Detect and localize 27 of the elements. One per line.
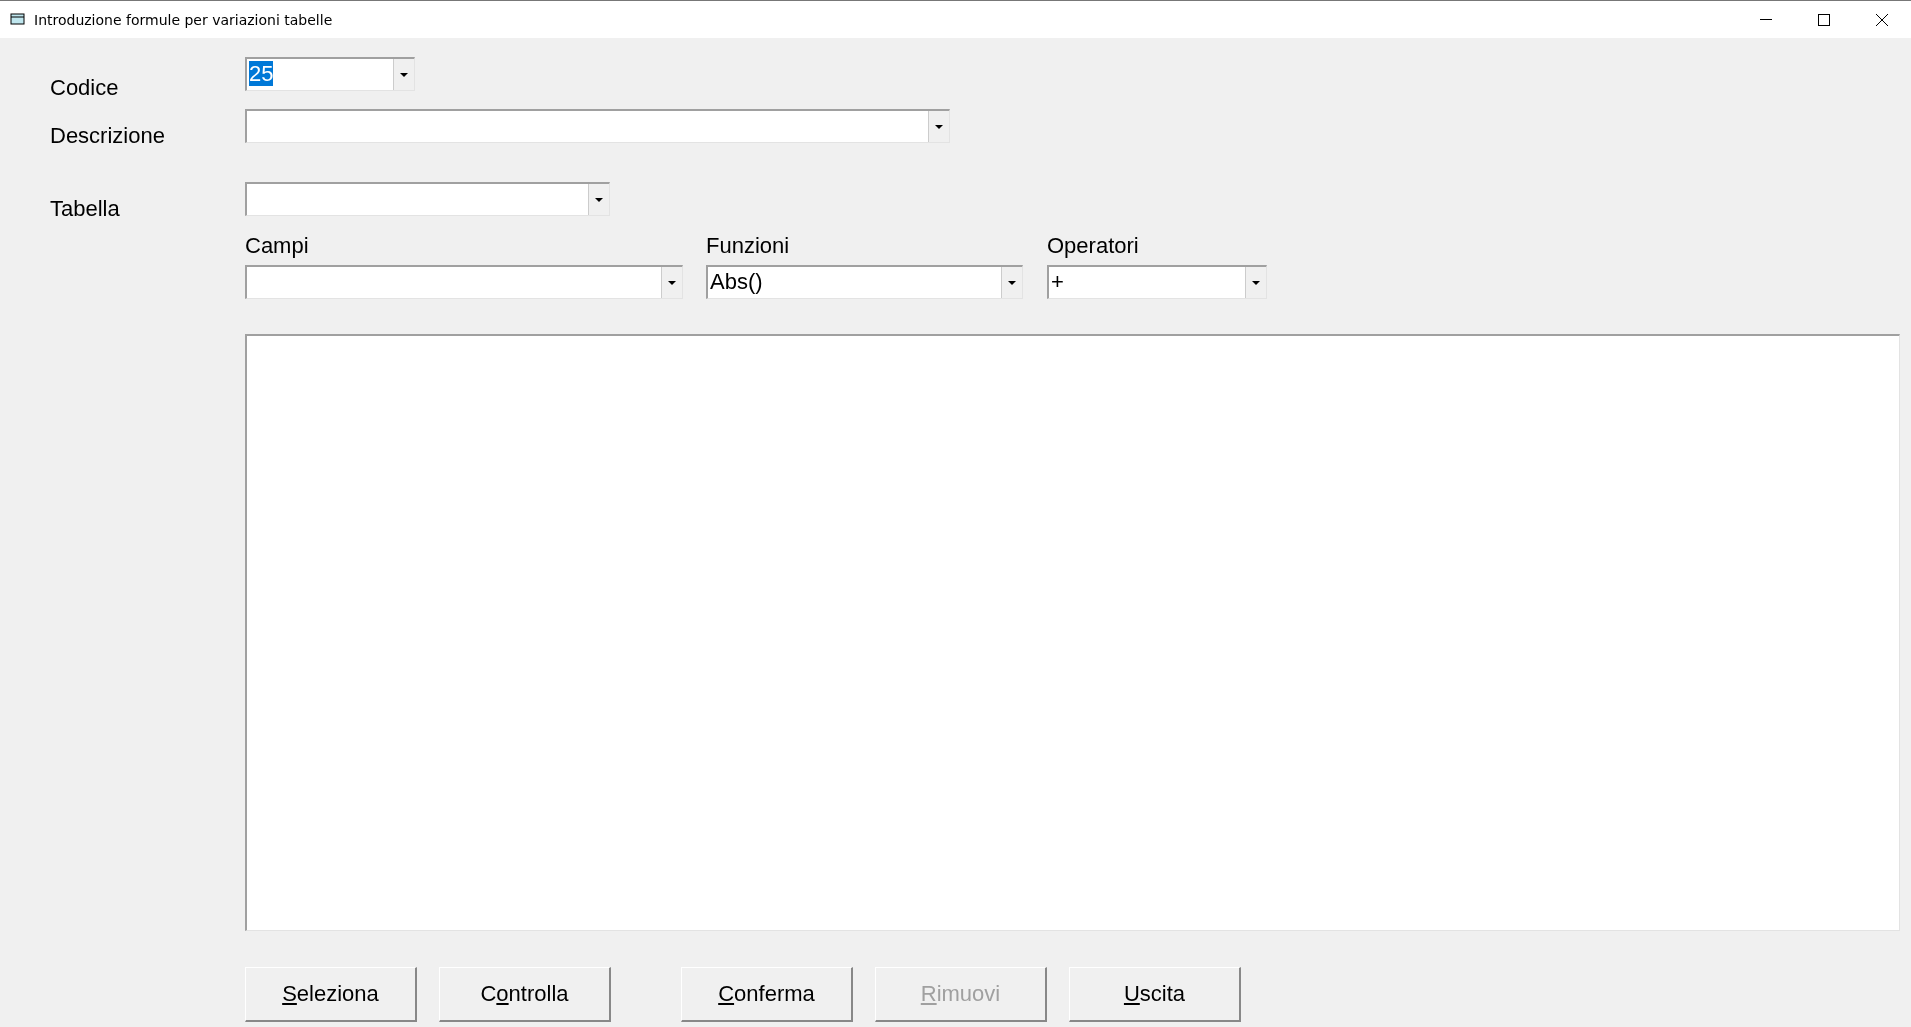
field-label: Campi xyxy=(245,233,310,259)
dropdown-arrow-icon xyxy=(668,280,676,285)
combo-box[interactable]: Abs() xyxy=(706,265,1023,299)
maximize-icon[interactable] xyxy=(1818,13,1830,26)
action-button[interactable]: Controlla xyxy=(439,967,611,1022)
combo-box[interactable]: + xyxy=(1047,265,1267,299)
combo-box[interactable] xyxy=(245,265,683,299)
combo-box[interactable]: 25 xyxy=(245,57,415,91)
field-label: Operatori xyxy=(1047,233,1140,259)
field-label: Tabella xyxy=(50,195,121,222)
window-title: Introduzione formule per variazioni tabelle xyxy=(34,11,334,28)
combo-box[interactable] xyxy=(245,109,950,143)
field-label: Descrizione xyxy=(50,122,166,149)
dropdown-arrow-icon xyxy=(1252,280,1260,285)
window-icon xyxy=(10,12,26,27)
dropdown-arrow-icon xyxy=(400,72,408,77)
dropdown-arrow-icon xyxy=(1008,280,1016,285)
field-label: Funzioni xyxy=(706,233,791,259)
dropdown-arrow-icon xyxy=(595,197,603,202)
action-button[interactable]: Conferma xyxy=(681,967,853,1022)
action-button[interactable]: Seleziona xyxy=(245,967,417,1022)
field-label: Codice xyxy=(50,74,120,101)
action-button[interactable]: Uscita xyxy=(1069,967,1241,1022)
close-icon[interactable] xyxy=(1876,13,1888,26)
combo-box[interactable] xyxy=(245,182,610,216)
dropdown-arrow-icon xyxy=(935,124,943,129)
minimize-icon[interactable] xyxy=(1760,18,1772,21)
